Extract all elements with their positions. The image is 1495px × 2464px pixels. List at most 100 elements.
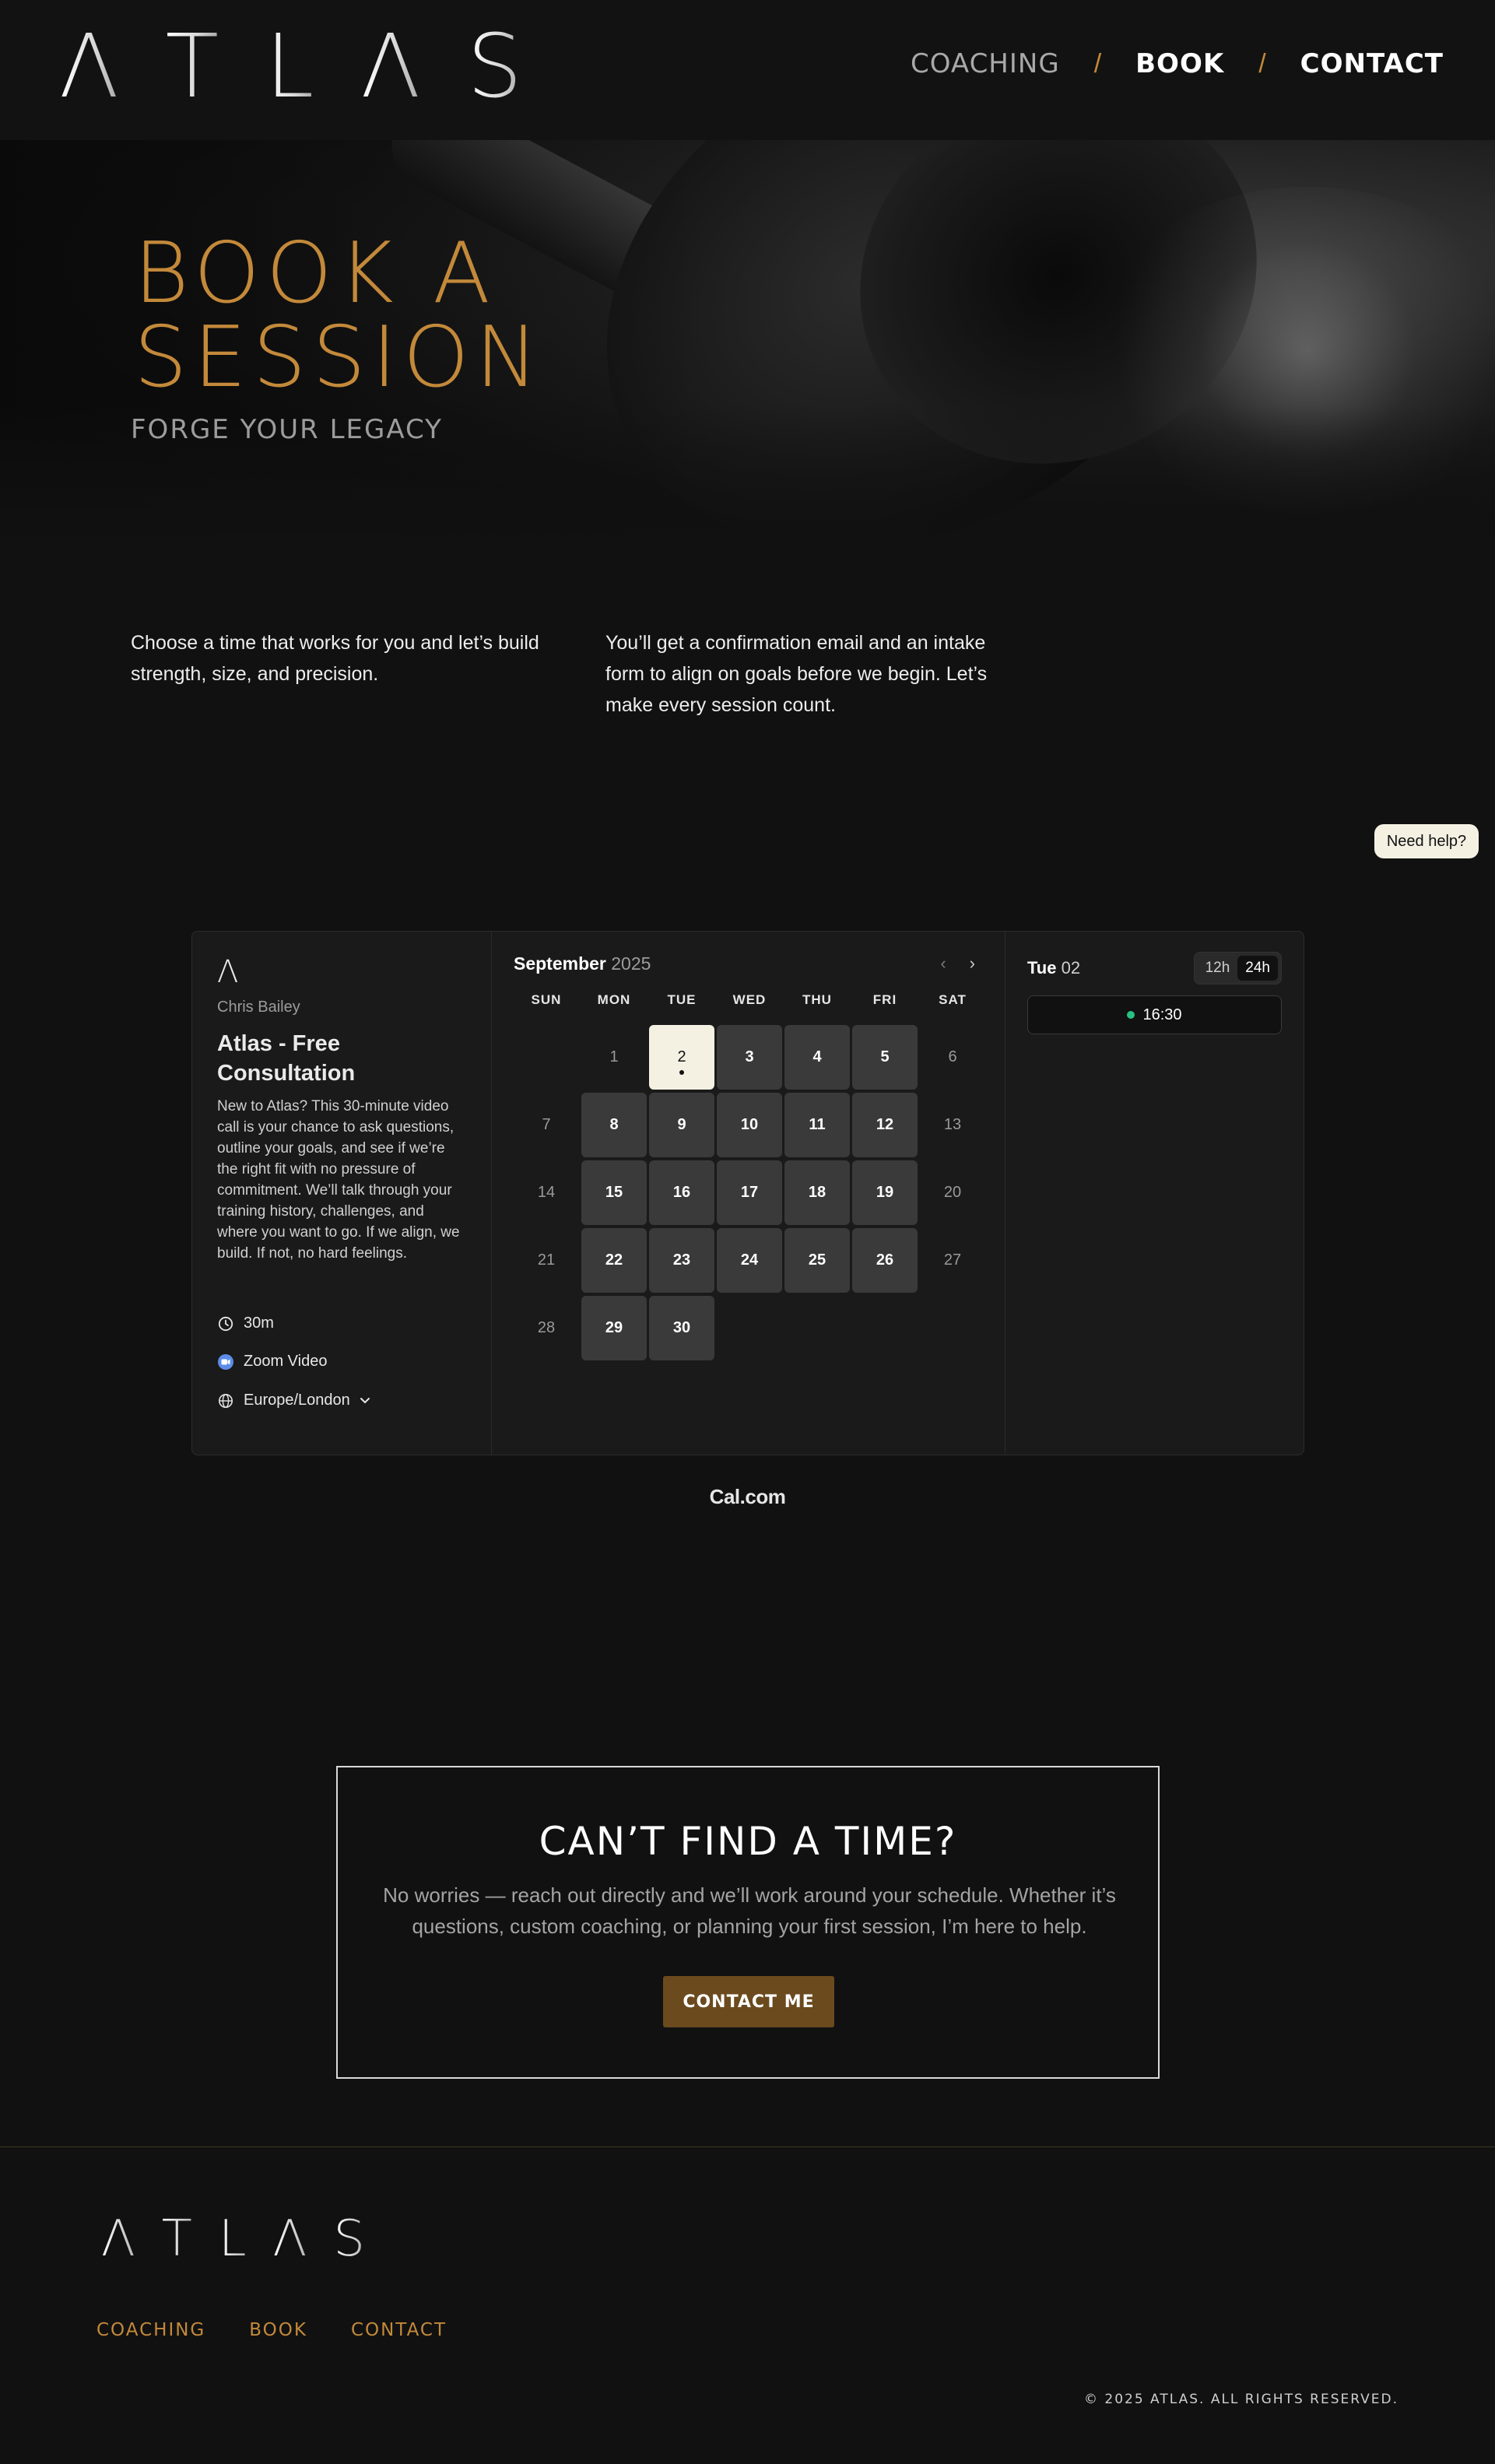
weekday-label: MON xyxy=(597,992,631,1007)
calendar-day: 20 xyxy=(943,1184,962,1201)
calendar-day[interactable]: 2 xyxy=(649,1025,714,1090)
footer-logo[interactable]: Λ T L Λ S xyxy=(101,2214,365,2264)
nav-contact[interactable]: CONTACT xyxy=(1300,48,1444,79)
calendar-day[interactable]: 19 xyxy=(852,1160,918,1225)
calendar-grid: 1 2 3 4 5 6 7 8 9 10 11 12 13 14 15 16 17 18 19 20 21 22 23 24 2… xyxy=(514,1025,983,1360)
calendar-day[interactable]: 25 xyxy=(784,1228,850,1293)
calendar-day: 7 xyxy=(542,1116,551,1133)
calendar-day[interactable]: 23 xyxy=(649,1228,714,1293)
logo-letter: L xyxy=(265,16,314,118)
brand-mark-icon: Λ xyxy=(217,954,239,990)
page-title-line: BOOK A xyxy=(134,225,497,322)
calendar-day[interactable]: 18 xyxy=(784,1160,850,1225)
calendar-panel: September 2025 ‹ › SUN MON TUE WED THU F… xyxy=(492,932,1005,1455)
main-nav: COACHING / BOOK / CONTACT xyxy=(911,48,1444,79)
chevron-right-icon[interactable]: › xyxy=(970,953,975,974)
nav-separator: / xyxy=(1093,48,1102,79)
duration-label: 30m xyxy=(244,1314,274,1332)
calendar-day: 1 xyxy=(609,1048,619,1065)
event-duration: 30m xyxy=(217,1314,274,1332)
time-slot-label: 16:30 xyxy=(1142,1006,1182,1023)
site-header: Λ T L Λ S COACHING / BOOK / CONTACT xyxy=(0,0,1495,140)
chevron-left-icon[interactable]: ‹ xyxy=(940,953,946,974)
calendar-day[interactable]: 29 xyxy=(581,1296,647,1360)
calendar-day[interactable]: 11 xyxy=(784,1093,850,1157)
calendar-day[interactable]: 10 xyxy=(717,1093,782,1157)
intro-text-right: You’ll get a confirmation email and an i… xyxy=(605,632,988,716)
calendar-day[interactable]: 24 xyxy=(717,1228,782,1293)
weekday-label: SUN xyxy=(531,992,562,1007)
logo-letter: Λ xyxy=(101,2210,135,2268)
logo-letter: Λ xyxy=(59,16,119,118)
calendar-day[interactable]: 8 xyxy=(581,1093,647,1157)
site-footer: Λ T L Λ S COACHING BOOK CONTACT © 2025 A… xyxy=(0,2146,1495,2464)
page-title-line: SESSION xyxy=(134,309,545,406)
calendar-day[interactable]: 3 xyxy=(717,1025,782,1090)
calendar-day[interactable]: 9 xyxy=(649,1093,714,1157)
event-info-panel: Λ Chris Bailey Atlas - Free Consultation… xyxy=(192,932,492,1455)
footer-nav: COACHING BOOK CONTACT xyxy=(97,2320,447,2340)
contact-me-button[interactable]: CONTACT ME xyxy=(663,1976,834,2027)
weekday-row: SUN MON TUE WED THU FRI SAT xyxy=(514,992,983,1008)
nav-separator: / xyxy=(1258,48,1266,79)
clock-icon xyxy=(217,1315,234,1332)
calendar-day[interactable]: 5 xyxy=(852,1025,918,1090)
event-location: Zoom Video xyxy=(217,1353,327,1371)
calendar-day[interactable]: 22 xyxy=(581,1228,647,1293)
need-help-button[interactable]: Need help? xyxy=(1374,824,1479,858)
logo-letter: S xyxy=(333,2210,365,2268)
calendar-day[interactable]: 17 xyxy=(717,1160,782,1225)
atlas-logo[interactable]: Λ T L Λ S xyxy=(59,23,522,111)
calendar-day[interactable]: 26 xyxy=(852,1228,918,1293)
weekday-label: THU xyxy=(802,992,832,1007)
calendar-day[interactable]: 12 xyxy=(852,1093,918,1157)
calendar-month-year: September 2025 xyxy=(514,953,651,974)
calendar-month: September xyxy=(514,953,606,974)
chevron-down-icon xyxy=(360,1392,370,1409)
weekday-label: SAT xyxy=(939,992,967,1007)
calendar-day: 14 xyxy=(537,1184,556,1201)
footer-nav-coaching[interactable]: COACHING xyxy=(97,2320,205,2340)
nav-coaching[interactable]: COACHING xyxy=(911,48,1060,79)
event-title: Atlas - Free Consultation xyxy=(217,1031,356,1086)
time-slot-button[interactable]: 16:30 xyxy=(1027,995,1282,1034)
globe-icon xyxy=(217,1392,234,1409)
time-format-toggle: 12h 24h xyxy=(1193,952,1282,985)
timezone-select[interactable]: Europe/London xyxy=(217,1392,370,1409)
cal-com-logo[interactable]: Cal.com xyxy=(0,1485,1495,1509)
host-name: Chris Bailey xyxy=(217,999,300,1016)
time-slot-panel: Tue 02 12h 24h 16:30 xyxy=(1005,932,1304,1455)
hero-banner: BOOK A SESSION FORGE YOUR LEGACY xyxy=(0,140,1495,545)
nav-book[interactable]: BOOK xyxy=(1135,48,1224,79)
slot-header: Tue 02 12h 24h xyxy=(1027,952,1282,985)
hero-subtitle: FORGE YOUR LEGACY xyxy=(131,414,443,445)
logo-letter: S xyxy=(467,16,523,118)
calendar-day: 21 xyxy=(537,1251,556,1269)
calendar-day: 27 xyxy=(943,1251,962,1269)
footer-nav-contact[interactable]: CONTACT xyxy=(351,2320,447,2340)
calendar-year: 2025 xyxy=(611,953,651,974)
booking-widget: Λ Chris Bailey Atlas - Free Consultation… xyxy=(191,931,1304,1455)
calendar-header: September 2025 ‹ › xyxy=(514,952,983,975)
calendar-nav: ‹ › xyxy=(940,953,983,974)
weekday-label: TUE xyxy=(667,992,697,1007)
weekday-label: WED xyxy=(732,992,767,1007)
toggle-12h[interactable]: 12h xyxy=(1198,956,1238,981)
selected-day-number: 02 xyxy=(1061,958,1081,978)
logo-letter: Λ xyxy=(360,16,421,118)
calendar-day[interactable]: 30 xyxy=(649,1296,714,1360)
available-dot-icon xyxy=(1127,1011,1135,1019)
weekday-label: FRI xyxy=(872,992,897,1007)
logo-letter: Λ xyxy=(272,2210,307,2268)
cta-text: No worries — reach out directly and we’l… xyxy=(383,1883,1116,1938)
toggle-24h[interactable]: 24h xyxy=(1237,956,1278,981)
event-description: New to Atlas? This 30-minute video call … xyxy=(217,1098,460,1262)
selected-date: Tue 02 xyxy=(1027,958,1080,978)
selected-weekday: Tue xyxy=(1027,958,1057,978)
calendar-day[interactable]: 15 xyxy=(581,1160,647,1225)
footer-nav-book[interactable]: BOOK xyxy=(249,2320,307,2340)
copyright: © 2025 ATLAS. ALL RIGHTS RESERVED. xyxy=(1083,2392,1398,2407)
calendar-day[interactable]: 16 xyxy=(649,1160,714,1225)
zoom-video-icon xyxy=(217,1353,234,1371)
calendar-day[interactable]: 4 xyxy=(784,1025,850,1090)
